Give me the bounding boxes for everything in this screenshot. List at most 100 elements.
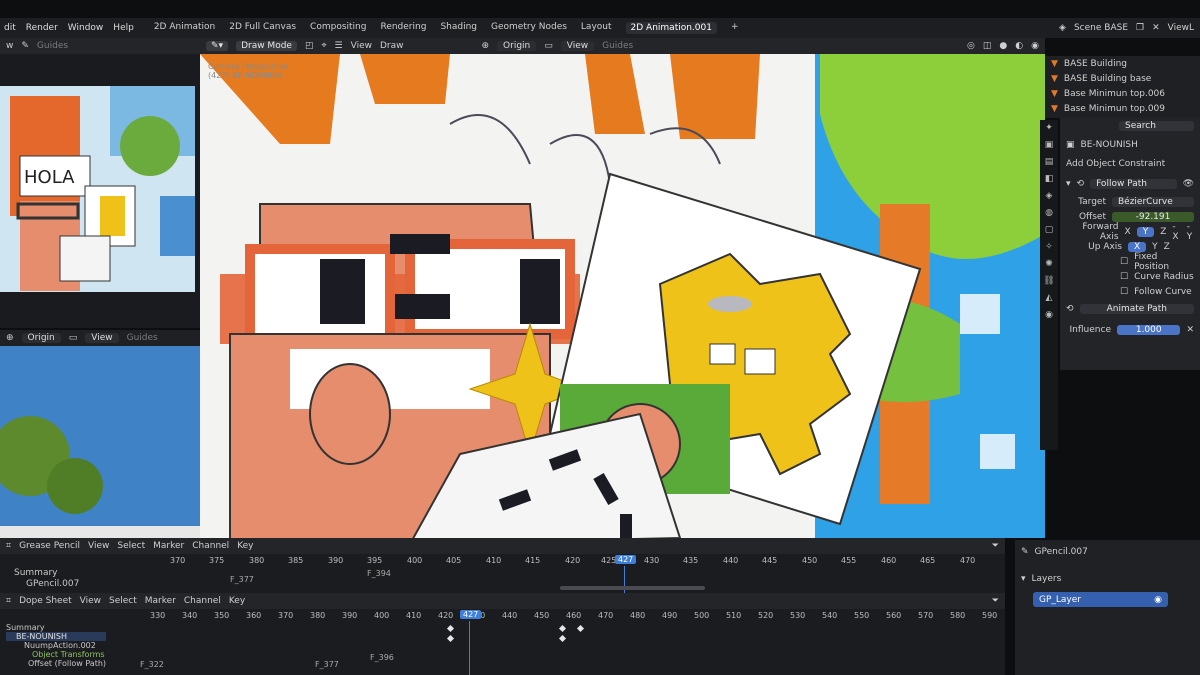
- keyframe[interactable]: [576, 624, 585, 633]
- tab-rendering[interactable]: Rendering: [380, 22, 426, 34]
- outliner-item[interactable]: ▼ Base Minimun top.009: [1045, 101, 1200, 116]
- forward-axis-neg-x[interactable]: -X: [1172, 222, 1180, 242]
- visibility-icon[interactable]: 👁: [1183, 179, 1194, 189]
- brush-icon[interactable]: ✎▾: [206, 41, 229, 51]
- editor-type-dropdown[interactable]: Grease Pencil: [19, 541, 80, 551]
- fixed-position-checkbox[interactable]: ☐: [1120, 257, 1128, 267]
- view-layer-icon[interactable]: ◧: [1040, 171, 1058, 188]
- editor-type-icon[interactable]: ⌗: [6, 596, 11, 606]
- add-workspace-button[interactable]: +: [731, 22, 739, 34]
- tool-icon[interactable]: ✦: [1040, 120, 1058, 137]
- gp-channel-object[interactable]: GPencil.007: [26, 579, 79, 589]
- tab-2d-full-canvas[interactable]: 2D Full Canvas: [229, 22, 296, 34]
- channel-action[interactable]: NuumpAction.002: [6, 641, 106, 650]
- menu-edit[interactable]: dit: [4, 23, 16, 33]
- influence-slider[interactable]: 1.000: [1117, 324, 1181, 335]
- up-axis-x[interactable]: X: [1128, 241, 1147, 252]
- copy-icon[interactable]: ❐: [1136, 23, 1144, 33]
- up-axis-z[interactable]: Z: [1164, 242, 1170, 252]
- modifier-icon[interactable]: ✧: [1040, 239, 1058, 256]
- scene-icon[interactable]: ◈: [1040, 188, 1058, 205]
- menu-marker[interactable]: Marker: [145, 596, 176, 606]
- shader-fx-icon[interactable]: ✺: [1040, 256, 1058, 273]
- forward-axis-y[interactable]: Y: [1136, 226, 1155, 237]
- menu-help[interactable]: Help: [113, 23, 134, 33]
- view-dropdown[interactable]: View: [85, 333, 119, 343]
- tab-2d-animation-001[interactable]: 2D Animation.001: [625, 22, 717, 34]
- guides-label[interactable]: Guides: [602, 41, 633, 51]
- snap-icon[interactable]: ⌖: [321, 41, 326, 51]
- curve-radius-checkbox[interactable]: ☐: [1120, 272, 1128, 282]
- menu-channel[interactable]: Channel: [192, 541, 229, 551]
- current-frame-indicator[interactable]: 427: [615, 555, 637, 564]
- filter-icon[interactable]: ⏷: [992, 596, 999, 606]
- marker-f322[interactable]: F_322: [140, 660, 164, 669]
- menu-view[interactable]: View: [80, 596, 101, 606]
- menu-view[interactable]: View: [88, 541, 109, 551]
- keyframe[interactable]: [558, 634, 567, 643]
- channel-object[interactable]: BE-NOUNISH: [6, 632, 107, 641]
- layer-visibility-icon[interactable]: ◉: [1154, 595, 1162, 605]
- world-icon[interactable]: ◍: [1040, 205, 1058, 222]
- view-dropdown[interactable]: View: [560, 41, 595, 51]
- view-menu[interactable]: View: [351, 41, 372, 51]
- tab-geometry-nodes[interactable]: Geometry Nodes: [491, 22, 567, 34]
- channel-offset[interactable]: Offset (Follow Path): [6, 659, 106, 668]
- outliner-item[interactable]: ▼ Base Minimun top.006: [1045, 86, 1200, 101]
- editor-type-dropdown[interactable]: Dope Sheet: [19, 596, 72, 606]
- gp-frame-ruler[interactable]: 370 375 380 385 390 395 400 405 410 415 …: [135, 556, 1005, 568]
- offset-field[interactable]: -92.191: [1112, 211, 1194, 222]
- outliner-item[interactable]: ▼ BASE Building base: [1045, 71, 1200, 86]
- guides-label[interactable]: Guides: [37, 41, 68, 51]
- scene-name[interactable]: Scene BASE: [1074, 23, 1128, 33]
- forward-axis-z[interactable]: Z: [1160, 227, 1166, 237]
- close-icon[interactable]: ✕: [1152, 23, 1160, 33]
- render-icon[interactable]: ▣: [1040, 137, 1058, 154]
- multiframe-icon[interactable]: ☰: [335, 41, 343, 51]
- guides-label[interactable]: Guides: [127, 333, 158, 343]
- origin-dropdown[interactable]: Origin: [21, 333, 61, 343]
- menu-channel[interactable]: Channel: [184, 596, 221, 606]
- filter-icon[interactable]: ⏷: [992, 541, 999, 551]
- material-icon[interactable]: ◉: [1040, 307, 1058, 324]
- follow-curve-checkbox[interactable]: ☐: [1120, 287, 1128, 297]
- draw-menu[interactable]: Draw: [380, 41, 404, 51]
- view-layer-name[interactable]: ViewL: [1168, 23, 1194, 33]
- forward-axis-x[interactable]: X: [1125, 227, 1131, 237]
- menu-key[interactable]: Key: [237, 541, 253, 551]
- shading-solid-icon[interactable]: ●: [999, 41, 1007, 51]
- tab-layout[interactable]: Layout: [581, 22, 612, 34]
- shading-render-icon[interactable]: ◉: [1031, 41, 1039, 51]
- shading-material-icon[interactable]: ◐: [1015, 41, 1023, 51]
- current-frame-indicator[interactable]: 427: [460, 610, 482, 619]
- target-field[interactable]: BézierCurve: [1112, 196, 1194, 207]
- menu-key[interactable]: Key: [229, 596, 245, 606]
- close-icon[interactable]: ✕: [1186, 325, 1194, 335]
- add-constraint-dropdown[interactable]: Add Object Constraint: [1066, 159, 1165, 169]
- keyframe[interactable]: [558, 624, 567, 633]
- keyframe[interactable]: [446, 634, 455, 643]
- output-icon[interactable]: ▤: [1040, 154, 1058, 171]
- menu-select[interactable]: Select: [117, 541, 145, 551]
- dope-frame-ruler[interactable]: 330 340 350 360 370 380 390 400 410 420 …: [140, 611, 1005, 623]
- chevron-down-icon[interactable]: ▾: [1066, 179, 1071, 189]
- keyframe[interactable]: [446, 624, 455, 633]
- pencil-icon[interactable]: ✎: [21, 41, 29, 51]
- tab-shading[interactable]: Shading: [440, 22, 477, 34]
- origin-dropdown[interactable]: Origin: [497, 41, 537, 51]
- overlay-icon[interactable]: ◎: [967, 41, 975, 51]
- xray-icon[interactable]: ◫: [983, 41, 992, 51]
- properties-search[interactable]: Search: [1119, 120, 1194, 131]
- forward-axis-neg-y[interactable]: -Y: [1187, 222, 1194, 242]
- menu-marker[interactable]: Marker: [153, 541, 184, 551]
- constraint-name-field[interactable]: Follow Path: [1090, 178, 1177, 189]
- marker-f394[interactable]: F_394: [367, 569, 391, 578]
- animate-path-button[interactable]: Animate Path: [1079, 303, 1194, 314]
- mode-dropdown[interactable]: w: [6, 41, 13, 51]
- draw-mode-dropdown[interactable]: Draw Mode: [236, 41, 297, 51]
- horizontal-scrollbar[interactable]: [560, 586, 705, 590]
- tab-compositing[interactable]: Compositing: [310, 22, 366, 34]
- layer-item[interactable]: GP_Layer: [1039, 595, 1081, 605]
- editor-type-icon[interactable]: ⌗: [6, 541, 11, 551]
- tab-2d-animation[interactable]: 2D Animation: [154, 22, 215, 34]
